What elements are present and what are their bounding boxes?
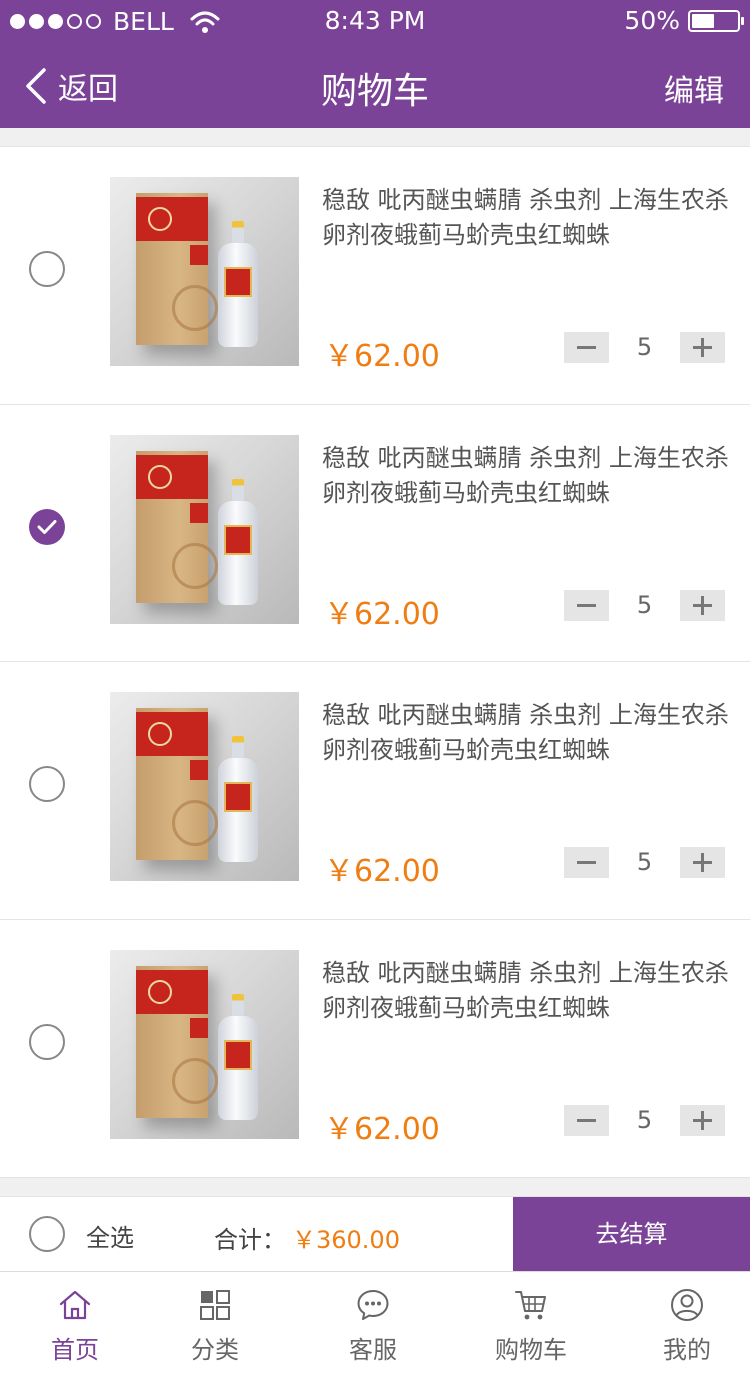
- plus-icon: [693, 853, 712, 872]
- decrease-button[interactable]: [564, 589, 609, 621]
- header: BELL 8:43 PM 50% 返回 购物车 编辑: [0, 0, 750, 128]
- increase-button[interactable]: [680, 589, 725, 621]
- select-all-label[interactable]: 全选: [86, 1218, 134, 1253]
- product-image[interactable]: [110, 692, 299, 881]
- plus-icon: [693, 1110, 712, 1130]
- quantity-value[interactable]: 5: [609, 332, 680, 363]
- tab-cart[interactable]: 购物车: [456, 1272, 606, 1374]
- quantity-stepper: 5: [564, 589, 725, 621]
- product-price: ￥62.00: [324, 596, 440, 632]
- total-value: ￥360.00: [292, 1226, 400, 1254]
- checkout-button[interactable]: 去结算: [513, 1197, 750, 1272]
- decrease-button[interactable]: [564, 332, 609, 363]
- increase-button[interactable]: [680, 332, 725, 363]
- increase-button[interactable]: [680, 847, 725, 878]
- category-grid-icon: [200, 1290, 230, 1320]
- plus-icon: [693, 338, 712, 357]
- tab-label: 首页: [51, 1336, 99, 1364]
- cart-item: 稳敌 吡丙醚虫螨腈 杀虫剂 上海生农杀卵剂夜蛾蓟马蚧壳虫红蜘蛛 ￥62.00 5: [0, 147, 750, 405]
- product-title[interactable]: 稳敌 吡丙醚虫螨腈 杀虫剂 上海生农杀卵剂夜蛾蓟马蚧壳虫红蜘蛛: [322, 698, 732, 768]
- tab-label: 我的: [663, 1336, 711, 1364]
- increase-button[interactable]: [680, 1104, 725, 1136]
- back-label: 返回: [58, 72, 118, 107]
- select-all-checkbox[interactable]: [29, 1216, 65, 1252]
- quantity-stepper: 5: [564, 1104, 725, 1136]
- product-title[interactable]: 稳敌 吡丙醚虫螨腈 杀虫剂 上海生农杀卵剂夜蛾蓟马蚧壳虫红蜘蛛: [322, 441, 732, 511]
- quantity-value[interactable]: 5: [609, 590, 680, 621]
- item-checkbox[interactable]: [29, 251, 65, 287]
- plus-icon: [693, 595, 712, 615]
- back-button[interactable]: 返回: [24, 64, 118, 108]
- tab-bar: 首页 分类 客服 购物车 我的: [0, 1271, 750, 1374]
- product-image[interactable]: [110, 434, 299, 624]
- chat-bubble-icon: [357, 1290, 389, 1320]
- minus-icon: [577, 1118, 596, 1122]
- tab-service[interactable]: 客服: [298, 1272, 448, 1374]
- checkout-bar: 全选 合计： ￥360.00 去结算: [0, 1196, 750, 1272]
- battery-icon: [688, 9, 744, 32]
- cart-item: 稳敌 吡丙醚虫螨腈 杀虫剂 上海生农杀卵剂夜蛾蓟马蚧壳虫红蜘蛛 ￥62.00 5: [0, 405, 750, 662]
- cart-item: 稳敌 吡丙醚虫螨腈 杀虫剂 上海生农杀卵剂夜蛾蓟马蚧壳虫红蜘蛛 ￥62.00 5: [0, 920, 750, 1178]
- tab-mine[interactable]: 我的: [612, 1272, 750, 1374]
- battery-fill: [692, 13, 714, 28]
- quantity-value[interactable]: 5: [609, 847, 680, 878]
- product-image[interactable]: [110, 177, 299, 366]
- checkmark-icon: [37, 519, 57, 534]
- total-label: 合计：: [214, 1226, 286, 1254]
- edit-button[interactable]: 编辑: [664, 66, 724, 110]
- user-icon: [671, 1289, 703, 1321]
- chevron-left-icon: [26, 68, 46, 104]
- cart-icon: [515, 1291, 546, 1320]
- quantity-stepper: 5: [564, 332, 725, 363]
- product-price: ￥62.00: [324, 339, 440, 374]
- battery-percent: 50%: [624, 6, 680, 35]
- quantity-value[interactable]: 5: [609, 1105, 680, 1136]
- tab-label: 客服: [349, 1336, 397, 1364]
- tab-category[interactable]: 分类: [140, 1272, 290, 1374]
- home-icon: [59, 1290, 91, 1320]
- minus-icon: [577, 346, 596, 349]
- cart-item: 稳敌 吡丙醚虫螨腈 杀虫剂 上海生农杀卵剂夜蛾蓟马蚧壳虫红蜘蛛 ￥62.00 5: [0, 662, 750, 920]
- tab-label: 购物车: [495, 1336, 567, 1364]
- cart-list: 稳敌 吡丙醚虫螨腈 杀虫剂 上海生农杀卵剂夜蛾蓟马蚧壳虫红蜘蛛 ￥62.00 5…: [0, 146, 750, 1178]
- tab-label: 分类: [191, 1336, 239, 1364]
- product-price: ￥62.00: [324, 854, 440, 889]
- product-price: ￥62.00: [324, 1111, 440, 1147]
- item-checkbox[interactable]: [29, 766, 65, 802]
- product-image[interactable]: [110, 949, 299, 1139]
- quantity-stepper: 5: [564, 847, 725, 878]
- status-bar: BELL 8:43 PM 50%: [0, 0, 750, 44]
- decrease-button[interactable]: [564, 1104, 609, 1136]
- product-title[interactable]: 稳敌 吡丙醚虫螨腈 杀虫剂 上海生农杀卵剂夜蛾蓟马蚧壳虫红蜘蛛: [322, 956, 732, 1026]
- navbar: 返回 购物车 编辑: [0, 44, 750, 128]
- product-title[interactable]: 稳敌 吡丙醚虫螨腈 杀虫剂 上海生农杀卵剂夜蛾蓟马蚧壳虫红蜘蛛: [322, 183, 732, 253]
- tab-home[interactable]: 首页: [0, 1272, 150, 1374]
- item-checkbox[interactable]: [29, 1023, 65, 1060]
- item-checkbox-checked[interactable]: [29, 508, 65, 545]
- minus-icon: [577, 603, 596, 607]
- battery-indicator: 50%: [624, 6, 744, 35]
- decrease-button[interactable]: [564, 847, 609, 878]
- minus-icon: [577, 861, 596, 864]
